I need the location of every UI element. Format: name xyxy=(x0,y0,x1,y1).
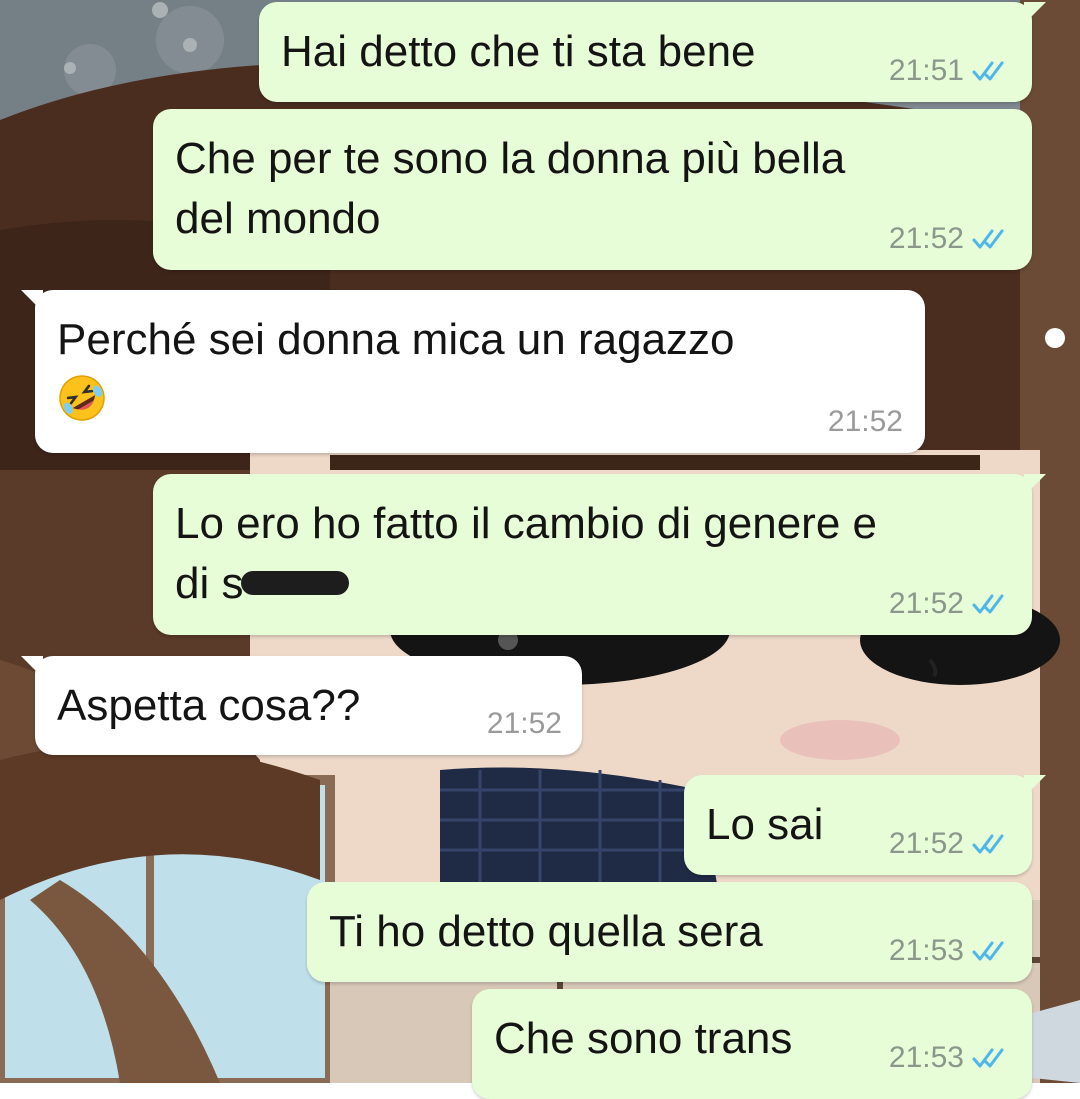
message-bubble-outgoing[interactable]: Ti ho detto quella sera 21:53 xyxy=(307,882,1032,982)
rofl-emoji-icon xyxy=(59,375,105,421)
message-text: Che sono trans xyxy=(494,1014,793,1063)
timestamp: 21:51 xyxy=(888,54,964,87)
timestamp: 21:52 xyxy=(827,405,903,438)
message-bubble-outgoing[interactable]: Lo sai 21:52 xyxy=(684,775,1046,875)
message-text-line-2: di s xyxy=(175,554,350,614)
double-check-icon xyxy=(972,61,1004,81)
message-meta: 21:52 xyxy=(889,222,1008,256)
timestamp: 21:53 xyxy=(888,934,964,967)
timestamp: 21:52 xyxy=(888,222,964,255)
message-bubble-outgoing[interactable]: Lo ero ho fatto il cambio di genere e di… xyxy=(153,474,1046,635)
message-text: Perché sei donna mica un ragazzo xyxy=(57,315,735,364)
message-bubble-incoming[interactable]: Aspetta cosa?? 21:52 xyxy=(21,656,582,755)
double-check-icon xyxy=(972,1048,1004,1068)
message-text: Ti ho detto quella sera xyxy=(329,907,763,956)
double-check-icon xyxy=(972,229,1004,249)
message-bubble-outgoing[interactable]: Hai detto che ti sta bene 21:51 xyxy=(259,2,1046,102)
message-text: Aspetta cosa?? xyxy=(57,681,361,730)
message-text-line-2: del mondo xyxy=(175,194,381,243)
message-meta: 21:52 xyxy=(487,707,562,741)
message-text: Lo sai xyxy=(706,800,824,849)
timestamp: 21:52 xyxy=(888,587,964,620)
message-text-line-1: Lo ero ho fatto il cambio di genere e xyxy=(175,499,878,548)
message-meta: 21:52 xyxy=(889,827,1008,861)
double-check-icon xyxy=(972,834,1004,854)
message-meta: 21:53 xyxy=(889,934,1008,968)
double-check-icon xyxy=(972,941,1004,961)
double-check-icon xyxy=(972,594,1004,614)
message-bubble-incoming[interactable]: Perché sei donna mica un ragazzo 21:52 xyxy=(21,290,925,453)
message-text-line-1: Che per te sono la donna più bella xyxy=(175,134,846,183)
message-text-fragment: di s xyxy=(175,559,244,608)
timestamp: 21:52 xyxy=(888,827,964,860)
message-meta: 21:52 xyxy=(828,405,903,439)
message-text: Hai detto che ti sta bene xyxy=(281,27,756,76)
message-bubble-outgoing[interactable]: Che per te sono la donna più bella del m… xyxy=(153,109,1032,270)
timestamp: 21:52 xyxy=(486,707,562,740)
timestamp: 21:53 xyxy=(888,1041,964,1074)
message-meta: 21:53 xyxy=(889,1041,1008,1075)
message-meta: 21:52 xyxy=(889,587,1008,621)
message-meta: 21:51 xyxy=(889,54,1008,88)
redaction-mark xyxy=(241,571,350,596)
